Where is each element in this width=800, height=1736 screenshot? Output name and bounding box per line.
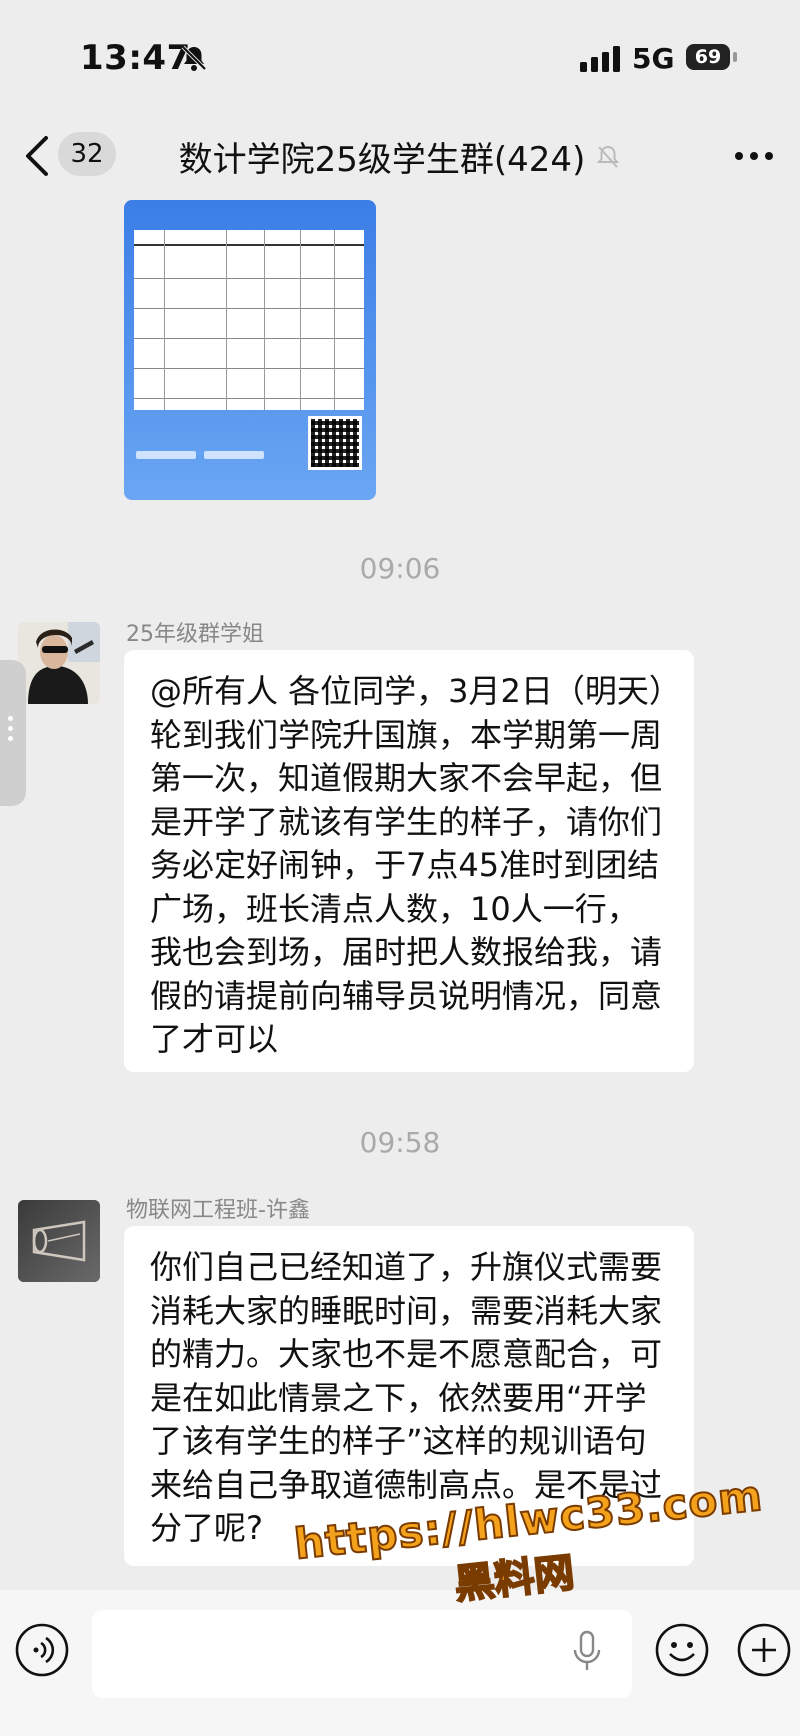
signal-icon (580, 46, 620, 72)
add-attachment-icon[interactable] (736, 1622, 792, 1678)
status-bar: 13:47 5G 69 (0, 0, 800, 110)
avatar-photo (18, 622, 100, 704)
image-caption-bars (136, 444, 296, 459)
microphone-icon[interactable] (572, 1630, 602, 1672)
voice-input-icon[interactable] (14, 1622, 70, 1678)
group-name: 数计学院25级学生群(424) (178, 140, 586, 180)
message-timestamp: 09:06 (359, 552, 441, 585)
message-bubble[interactable]: @所有人 各位同学，3月2日（明天）轮到我们学院升国旗，本学期第一周第一次，知道… (124, 650, 694, 1072)
mute-icon (597, 145, 620, 168)
message-timestamp: 09:58 (359, 1126, 441, 1159)
avatar[interactable] (18, 622, 100, 704)
chat-header: 32 数计学院25级学生群(424) (0, 110, 800, 202)
schedule-document-image (134, 230, 364, 410)
qr-code-image (308, 416, 362, 470)
more-options-icon[interactable] (734, 150, 774, 162)
image-message[interactable] (124, 200, 376, 500)
network-type: 5G (632, 42, 675, 75)
emoji-icon[interactable] (654, 1622, 710, 1678)
avatar-photo (18, 1200, 100, 1282)
battery-tip (733, 52, 737, 62)
sender-name: 物联网工程班-许鑫 (126, 1198, 310, 1223)
status-time: 13:47 (80, 38, 191, 78)
battery-icon: 69 (686, 44, 730, 70)
page-title: 数计学院25级学生群(424) (0, 132, 800, 181)
sender-name: 25年级群学姐 (126, 622, 264, 647)
bell-off-icon (181, 45, 207, 71)
drawer-handle-dots-icon (8, 716, 14, 746)
avatar[interactable] (18, 1200, 100, 1282)
message-input[interactable] (92, 1610, 632, 1698)
